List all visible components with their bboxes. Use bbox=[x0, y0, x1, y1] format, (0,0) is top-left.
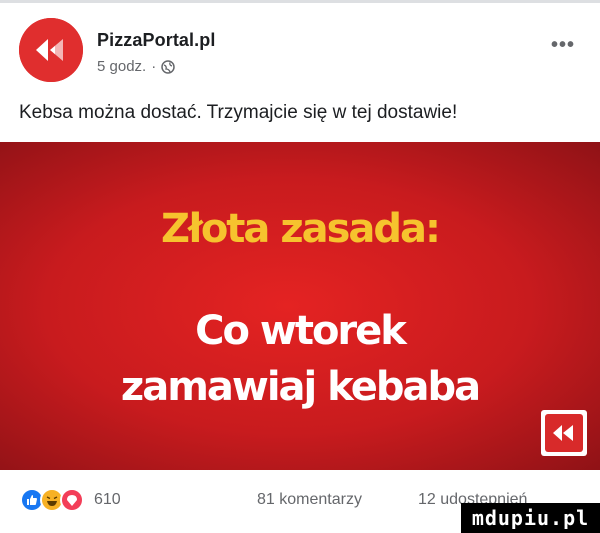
globe-icon[interactable] bbox=[161, 59, 175, 74]
meta-separator: · bbox=[151, 58, 157, 75]
corner-logo-icon bbox=[541, 410, 587, 456]
post-text: Kebsa można dostać. Trzymajcie się w tej… bbox=[19, 102, 458, 123]
image-title: Złota zasada: bbox=[160, 206, 441, 252]
reaction-count: 610 bbox=[94, 491, 121, 508]
pizzaportal-logo-icon bbox=[19, 18, 83, 82]
post-time[interactable]: 5 godz. bbox=[97, 58, 146, 75]
watermark: mdupiu.pl bbox=[461, 503, 600, 533]
post-meta: 5 godz. · bbox=[97, 58, 175, 75]
image-line-1: Co wtorek bbox=[195, 308, 407, 354]
more-options-button[interactable]: ••• bbox=[551, 34, 575, 57]
page-name-link[interactable]: PizzaPortal.pl bbox=[97, 30, 215, 51]
reactions-summary[interactable]: 610 bbox=[20, 488, 121, 512]
page-avatar[interactable] bbox=[19, 18, 83, 82]
post-header: PizzaPortal.pl 5 godz. · ••• bbox=[19, 18, 589, 88]
post-image[interactable]: Złota zasada: Co wtorek zamawiaj kebaba bbox=[0, 142, 600, 470]
image-line-2: zamawiaj kebaba bbox=[120, 364, 481, 410]
comments-count-link[interactable]: 81 komentarzy bbox=[257, 491, 362, 509]
top-divider bbox=[0, 0, 600, 3]
wow-icon bbox=[60, 488, 84, 512]
